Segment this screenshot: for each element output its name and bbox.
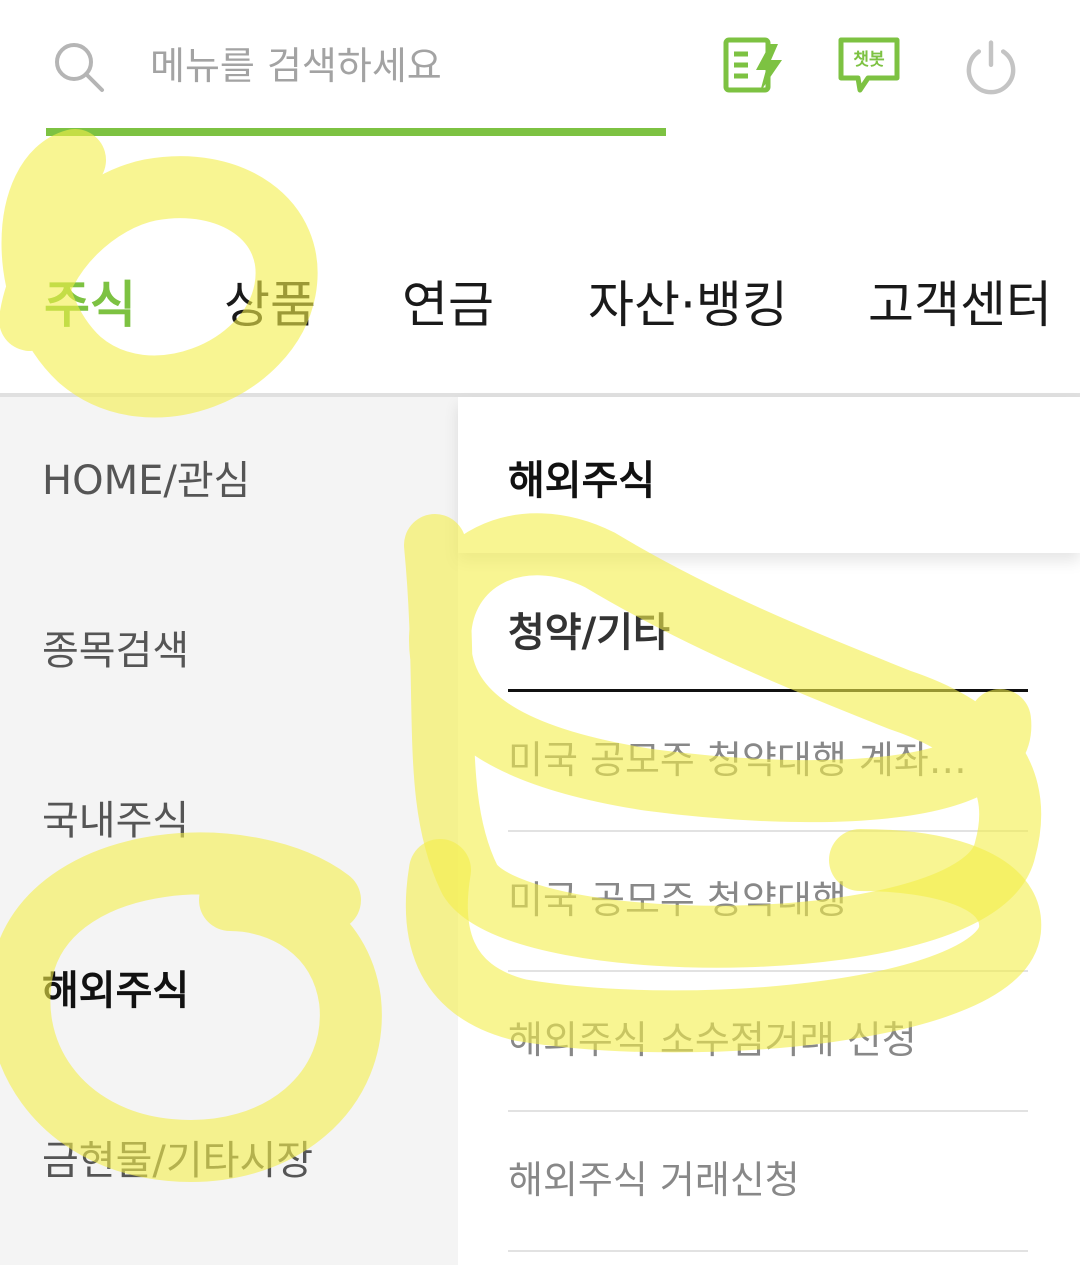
submenu-item-label: 해외주식 소수점거래 신청: [508, 1018, 917, 1062]
submenu-panel: 해외주식 청약/기타 미국 공모주 청약대행 계좌… 미국 공모주 청약대행 해…: [458, 397, 1080, 1265]
submenu-item-label: 미국 공모주 청약대행 계좌…: [508, 738, 967, 782]
submenu-item-us-ipo-subscription-account[interactable]: 미국 공모주 청약대행 계좌…: [508, 692, 1028, 832]
submenu-item-label: 미국 공모주 청약대행: [508, 878, 847, 922]
submenu-item-fractional-trading[interactable]: 해외주식 소수점거래 신청: [508, 972, 1028, 1112]
tab-products[interactable]: 상품: [224, 255, 316, 355]
submenu-item-label: 해외주식 거래신청: [508, 1158, 800, 1202]
power-icon[interactable]: [958, 36, 1024, 98]
search-input[interactable]: [150, 36, 650, 96]
submenu-item-us-ipo-subscription[interactable]: 미국 공모주 청약대행: [508, 832, 1028, 972]
sidebar-item-home-watchlist[interactable]: HOME/관심: [42, 451, 250, 511]
sidebar-item-domestic-stocks[interactable]: 국내주식: [42, 791, 189, 851]
search-icon[interactable]: [52, 40, 106, 94]
panel-title: 해외주식: [508, 458, 656, 504]
chatbot-icon[interactable]: 챗봇: [836, 34, 902, 96]
tab-stocks[interactable]: 주식: [44, 255, 136, 355]
panel-header: 해외주식: [458, 397, 1080, 553]
tab-customer-center[interactable]: 고객센터: [868, 255, 1052, 355]
sidebar: HOME/관심 종목검색 국내주식 해외주식 금현물/기타시장: [0, 397, 458, 1265]
sidebar-item-gold-other-markets[interactable]: 금현물/기타시장: [42, 1131, 313, 1191]
sidebar-item-overseas-stocks[interactable]: 해외주식: [42, 961, 189, 1021]
tab-assets-banking[interactable]: 자산·뱅킹: [588, 255, 788, 355]
chatbot-label: 챗봇: [853, 50, 885, 70]
section-title: 청약/기타: [508, 610, 670, 656]
flash-news-icon[interactable]: [722, 34, 788, 96]
sidebar-item-stock-search[interactable]: 종목검색: [42, 621, 189, 681]
search-underline: [46, 128, 666, 136]
tab-pension[interactable]: 연금: [402, 255, 494, 355]
category-tabs: 주식 상품 연금 자산·뱅킹 고객센터: [0, 255, 1080, 355]
search-bar: 챗봇: [0, 0, 1080, 140]
submenu-item-overseas-trading-application[interactable]: 해외주식 거래신청: [508, 1112, 1028, 1252]
